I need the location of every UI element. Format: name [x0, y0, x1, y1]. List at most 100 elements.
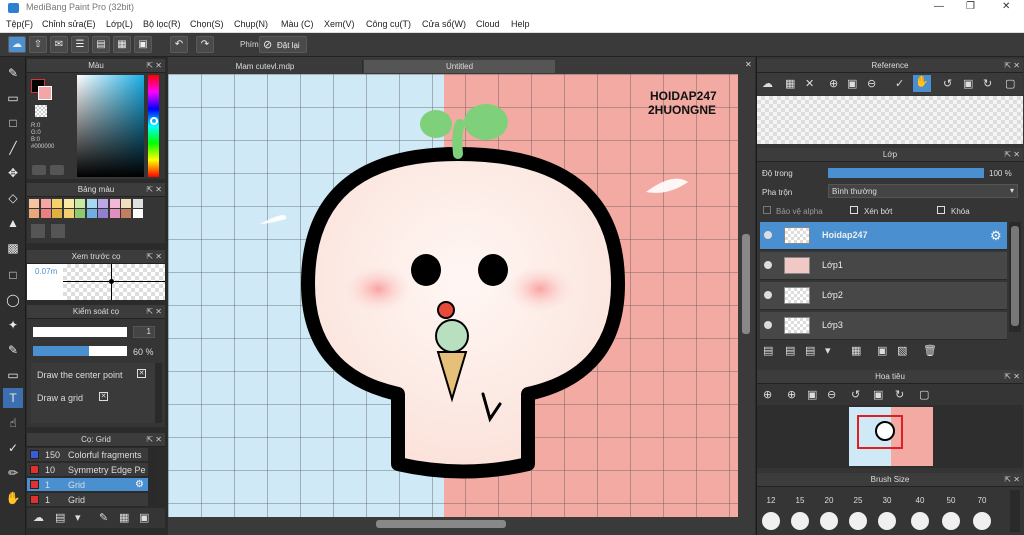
lock-checkbox[interactable]	[937, 206, 945, 214]
nav-flip-icon[interactable]: ▢	[919, 388, 929, 401]
palette-swatch[interactable]	[98, 199, 108, 208]
brush-size-dot[interactable]	[849, 512, 867, 530]
palette-swatch[interactable]	[75, 199, 85, 208]
brush-settings-gear-icon[interactable]: ⚙	[135, 479, 144, 490]
brush-copy-icon[interactable]: ▣	[139, 511, 149, 524]
brush-list-item[interactable]: 1 Grid	[27, 493, 148, 507]
select-eraser-icon[interactable]: ▭	[3, 365, 23, 385]
nav-rotate-left-icon[interactable]: ↺	[851, 388, 860, 401]
palette-swatch[interactable]	[132, 209, 143, 218]
nav-zoom-in-icon[interactable]: ⊕	[763, 388, 772, 401]
ref-rotate-right-icon[interactable]: ↻	[983, 77, 992, 90]
brush-edit-icon[interactable]: ✎	[99, 511, 108, 524]
cloud-icon[interactable]: ☁	[8, 36, 26, 53]
menu-edit[interactable]: Chỉnh sửa(E)	[42, 19, 96, 29]
brush-size-40[interactable]: 40	[909, 496, 931, 505]
move-tool-icon[interactable]: ✥	[3, 163, 23, 183]
navigator-preview[interactable]	[757, 405, 1023, 468]
share-icon[interactable]: ⇧	[29, 36, 47, 53]
palette-copy-icon[interactable]	[31, 224, 45, 238]
palette-swatch[interactable]	[40, 199, 51, 208]
message-icon[interactable]: ☰	[71, 36, 89, 53]
hue-slider[interactable]	[148, 75, 159, 177]
layer-row[interactable]: Lớp3	[760, 312, 1007, 340]
brush-size-dot[interactable]	[820, 512, 838, 530]
menu-window[interactable]: Cửa sổ(W)	[422, 19, 466, 29]
layer-scrollbar[interactable]	[1009, 222, 1021, 332]
palette-swatch[interactable]	[63, 199, 74, 208]
reference-image-area[interactable]	[757, 96, 1023, 144]
palette-swatch[interactable]	[109, 199, 120, 208]
palette-swatch[interactable]	[40, 209, 51, 218]
palette-swatch[interactable]	[29, 199, 39, 208]
undo-icon[interactable]: ↶	[170, 36, 188, 53]
new-layer-icon[interactable]: ▤	[763, 344, 773, 357]
panel-close-icon[interactable]: ⇱ ✕	[1004, 148, 1020, 162]
fill-tool-icon[interactable]: ▲	[3, 213, 23, 233]
nav-fit-icon[interactable]: ▣	[807, 388, 817, 401]
palette-delete-icon[interactable]	[51, 224, 65, 238]
brush-size-dot[interactable]	[878, 512, 896, 530]
brush-list-item[interactable]: 10 Symmetry Edge Pe	[27, 463, 148, 477]
ref-reset-icon[interactable]: ▣	[963, 77, 973, 90]
brush-list-item[interactable]: 150 Colorful fragments	[27, 448, 148, 462]
eye-icon[interactable]	[764, 231, 772, 239]
tab-untitled[interactable]: Untitled	[364, 60, 555, 73]
brush-size-50[interactable]: 50	[940, 496, 962, 505]
background-color[interactable]	[38, 86, 52, 100]
panel-close-icon[interactable]: ⇱ ✕	[146, 183, 162, 197]
comment-icon[interactable]: ✉	[50, 36, 68, 53]
ref-fit-icon[interactable]: ▣	[847, 77, 857, 90]
brush-size-15[interactable]: 15	[789, 496, 811, 505]
tabs-close-icon[interactable]: ✕	[745, 60, 752, 69]
palette-swatch[interactable]	[98, 209, 108, 218]
palette-swatch[interactable]	[52, 199, 62, 208]
layer-type-dropdown-icon[interactable]: ▾	[825, 344, 831, 357]
brush-type-icon[interactable]: ▾	[75, 511, 81, 524]
panel-close-icon[interactable]: ⇱ ✕	[146, 433, 162, 447]
close-icon[interactable]: ✕	[1002, 1, 1010, 12]
ref-zoom-in-icon[interactable]: ⊕	[829, 77, 838, 90]
eye-icon[interactable]	[764, 291, 772, 299]
nav-rotate-right-icon[interactable]: ↻	[895, 388, 904, 401]
brush-size-slider[interactable]	[33, 327, 127, 337]
reset-button[interactable]: ⊘ Đặt lại	[259, 36, 307, 53]
ref-cloud-icon[interactable]: ☁	[762, 77, 773, 90]
brush-size-dot[interactable]	[942, 512, 960, 530]
palette-swatch[interactable]	[86, 199, 97, 208]
layer-row[interactable]: Lớp1	[760, 252, 1007, 280]
vertical-scrollbar[interactable]	[739, 74, 753, 518]
brush-size-20[interactable]: 20	[818, 496, 840, 505]
ref-eyedropper-icon[interactable]: ✓	[895, 77, 904, 90]
nav-zoom-in2-icon[interactable]: ⊕	[787, 388, 796, 401]
brush-size-25[interactable]: 25	[847, 496, 869, 505]
menu-view[interactable]: Xem(V)	[324, 19, 355, 29]
eye-icon[interactable]	[764, 321, 772, 329]
layer-folder-icon[interactable]: ▦	[851, 344, 861, 357]
center-point-checkbox[interactable]: ✕	[137, 369, 146, 378]
hue-handle[interactable]	[150, 117, 158, 125]
eraser-tool-icon[interactable]: ▭	[3, 88, 23, 108]
panel-close-icon[interactable]: ⇱ ✕	[1004, 59, 1020, 73]
nav-reset-icon[interactable]: ▣	[873, 388, 883, 401]
select-pen-icon[interactable]: ✎	[3, 340, 23, 360]
lasso-tool-icon[interactable]: ◯	[3, 290, 23, 310]
ref-close-icon[interactable]: ✕	[805, 77, 814, 90]
panel-close-icon[interactable]: ⇱ ✕	[146, 305, 162, 319]
operation-tool-icon[interactable]: ☝	[3, 413, 23, 433]
gradient-tool-icon[interactable]: ▩	[3, 238, 23, 258]
ref-open-icon[interactable]: ▦	[785, 77, 795, 90]
palette-swatch[interactable]	[63, 209, 74, 218]
drawing-canvas[interactable]: HOIDAP247 2HUONGNE	[168, 74, 738, 517]
minimize-icon[interactable]: —	[934, 1, 944, 12]
transparent-color[interactable]	[35, 105, 47, 117]
vertical-scroll-thumb[interactable]	[742, 234, 750, 334]
layer-settings-gear-icon[interactable]: ⚙	[990, 228, 1002, 244]
restore-icon[interactable]: ❐	[966, 1, 975, 12]
brush-size-value[interactable]: 1	[133, 326, 155, 338]
clipping-checkbox[interactable]	[850, 206, 858, 214]
brush-opacity-slider[interactable]	[33, 346, 127, 356]
palette-swatch[interactable]	[29, 209, 39, 218]
menu-layer[interactable]: Lớp(L)	[106, 19, 133, 29]
magic-wand-icon[interactable]: ✦	[3, 315, 23, 335]
